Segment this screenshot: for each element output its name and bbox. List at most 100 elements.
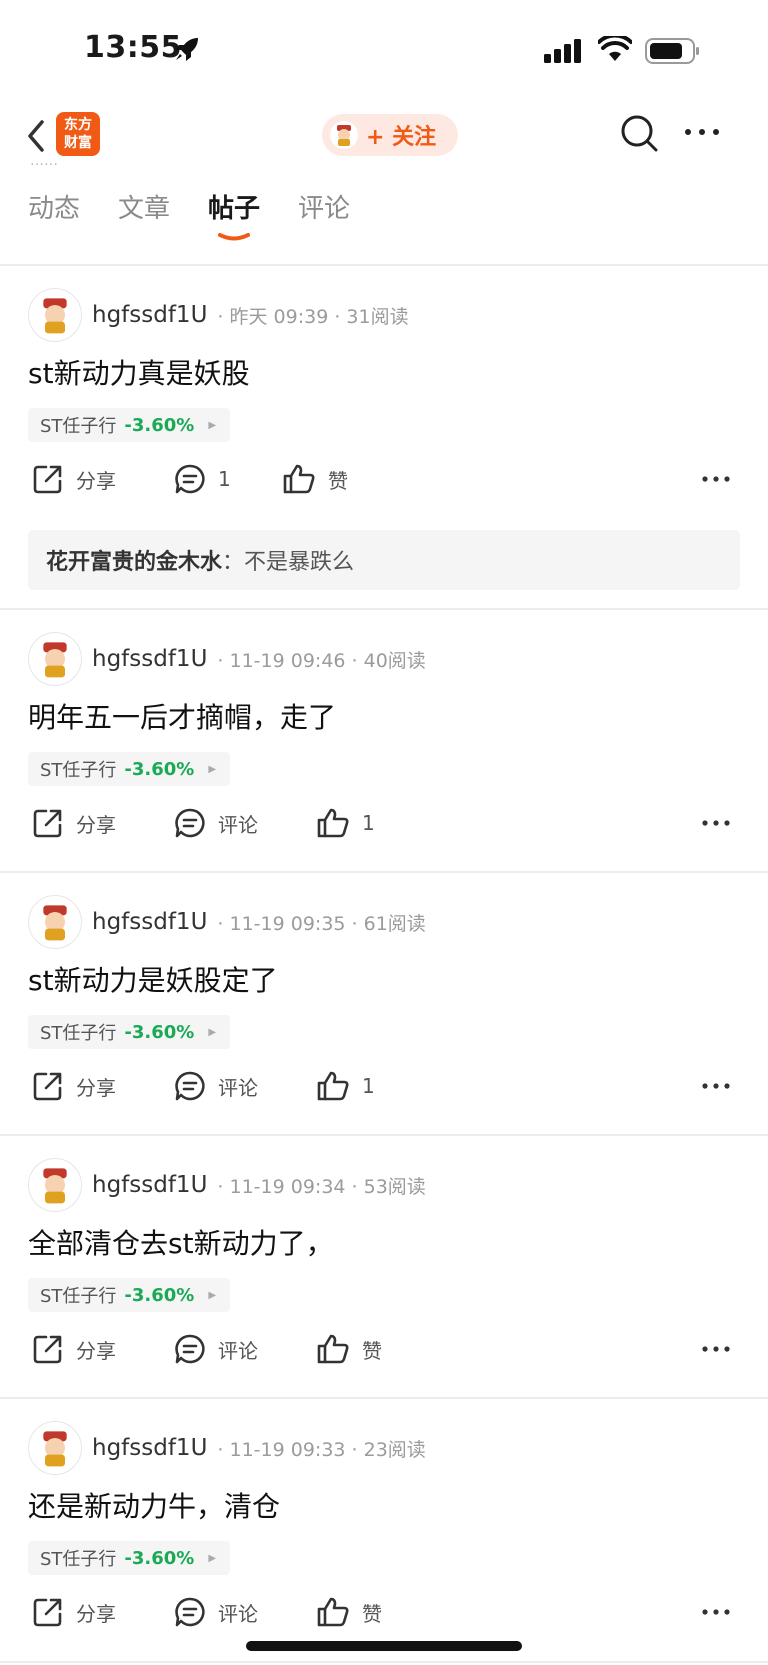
scrolled-header-text: …… [30,161,58,169]
stock-change: -3.60% [124,1547,195,1569]
post-author-row: hgfssdf1U · 11-19 09:46 · 40阅读 [28,632,426,686]
share-label: 分享 [76,1075,116,1100]
post-text[interactable]: st新动力是妖股定了 [28,959,278,999]
stock-name: ST任子行 [40,416,117,437]
post-card[interactable]: hgfssdf1U · 11-19 09:34 · 53阅读 全部清仓去st新动… [0,1136,768,1399]
post-card[interactable]: hgfssdf1U · 11-19 09:35 · 61阅读 st新动力是妖股定… [0,873,768,1136]
like-button[interactable]: 1 [316,798,375,848]
search-icon[interactable] [620,114,660,154]
post-more-button[interactable] [702,1061,730,1111]
thumbs-up-icon [283,464,315,494]
share-button[interactable]: 分享 [32,798,116,848]
post-text[interactable]: 全部清仓去st新动力了， [28,1222,334,1262]
comment-icon [175,1071,205,1101]
stock-name: ST任子行 [40,1023,117,1044]
follow-label: + 关注 [366,125,437,150]
author-name[interactable]: hgfssdf1U [92,1172,207,1198]
stock-tag[interactable]: ST任子行 -3.60% ▶ [28,408,231,442]
play-arrow-icon: ▶ [208,1026,217,1038]
avatar[interactable] [28,895,82,949]
post-text[interactable]: 还是新动力牛，清仓 [28,1485,280,1525]
post-more-button[interactable] [702,1324,730,1374]
post-more-button[interactable] [702,1587,730,1637]
stock-tag[interactable]: ST任子行 -3.60% ▶ [28,1015,231,1049]
comment-label: 评论 [218,812,258,837]
home-indicator[interactable] [246,1641,522,1651]
more-icon[interactable] [684,128,720,136]
follow-avatar [330,121,358,149]
post-actions: 分享 评论 1 [0,1061,768,1111]
comment-button[interactable]: 评论 [174,1324,258,1374]
comment-label: 评论 [218,1601,258,1626]
like-label: 赞 [362,1601,382,1626]
comment-icon [175,464,205,494]
stock-tag[interactable]: ST任子行 -3.60% ▶ [28,1278,231,1312]
battery-icon [645,38,699,64]
like-button[interactable]: 赞 [316,1324,382,1374]
post-card[interactable]: hgfssdf1U · 11-19 09:46 · 40阅读 明年五一后才摘帽，… [0,610,768,873]
follow-button[interactable]: + 关注 [322,114,459,156]
post-actions: 分享 评论 赞 [0,1324,768,1374]
share-label: 分享 [76,468,116,493]
tab-posts[interactable]: 帖子 [208,188,260,225]
share-label: 分享 [76,812,116,837]
share-button[interactable]: 分享 [32,1587,116,1637]
share-button[interactable]: 分享 [32,1061,116,1111]
fortune-god-avatar-icon [43,905,67,941]
fortune-god-avatar-icon [43,298,67,334]
more-icon [702,1346,730,1352]
like-button[interactable]: 赞 [282,454,348,504]
stock-tag[interactable]: ST任子行 -3.60% ▶ [28,1541,231,1575]
post-card[interactable]: hgfssdf1U · 11-19 09:33 · 23阅读 还是新动力牛，清仓… [0,1399,768,1663]
author-name[interactable]: hgfssdf1U [92,302,207,328]
post-author-row: hgfssdf1U · 11-19 09:33 · 23阅读 [28,1421,426,1475]
author-name[interactable]: hgfssdf1U [92,1435,207,1461]
comment-button[interactable]: 评论 [174,1061,258,1111]
avatar[interactable] [28,632,82,686]
stock-tag[interactable]: ST任子行 -3.60% ▶ [28,752,231,786]
post-text[interactable]: st新动力真是妖股 [28,352,250,392]
comment-button[interactable]: 评论 [174,798,258,848]
avatar[interactable] [28,288,82,342]
rocket-icon [175,38,198,61]
like-label: 赞 [362,1338,382,1363]
comment-icon [175,1597,205,1627]
avatar[interactable] [28,1158,82,1212]
comment-button[interactable]: 1 [174,454,231,504]
more-icon [702,1609,730,1615]
share-button[interactable]: 分享 [32,1324,116,1374]
share-icon [33,1072,62,1101]
avatar[interactable] [28,1421,82,1475]
wifi-icon [598,36,632,61]
author-name[interactable]: hgfssdf1U [92,646,207,672]
comment-button[interactable]: 评论 [174,1587,258,1637]
author-name[interactable]: hgfssdf1U [92,909,207,935]
post-author-row: hgfssdf1U · 11-19 09:35 · 61阅读 [28,895,426,949]
like-label: 1 [362,1074,375,1098]
play-arrow-icon: ▶ [208,1289,217,1301]
post-more-button[interactable] [702,454,730,504]
app-logo: 东方 财富 [56,112,100,156]
back-icon[interactable] [24,116,48,156]
post-card[interactable]: hgfssdf1U · 昨天 09:39 · 31阅读 st新动力真是妖股 ST… [0,266,768,610]
reply-preview[interactable]: 花开富贵的金木水 ： 不是暴跌么 [28,530,740,590]
tab-activity[interactable]: 动态 [28,188,80,225]
tab-articles[interactable]: 文章 [118,188,170,225]
post-text[interactable]: 明年五一后才摘帽，走了 [28,696,336,736]
like-button[interactable]: 赞 [316,1587,382,1637]
share-icon [33,465,62,494]
post-more-button[interactable] [702,798,730,848]
like-label: 1 [362,811,375,835]
profile-tabs: 动态 文章 帖子 评论 [0,188,768,264]
reply-separator: ： [222,550,245,575]
tab-comments[interactable]: 评论 [298,188,350,225]
stock-name: ST任子行 [40,1549,117,1570]
post-meta: · 11-19 09:33 · 23阅读 [217,1438,426,1461]
comment-icon [175,1334,205,1364]
share-label: 分享 [76,1601,116,1626]
share-button[interactable]: 分享 [32,454,116,504]
like-button[interactable]: 1 [316,1061,375,1111]
fortune-god-avatar-icon [337,125,351,146]
thumbs-up-icon [317,1597,349,1627]
post-author-row: hgfssdf1U · 11-19 09:34 · 53阅读 [28,1158,426,1212]
